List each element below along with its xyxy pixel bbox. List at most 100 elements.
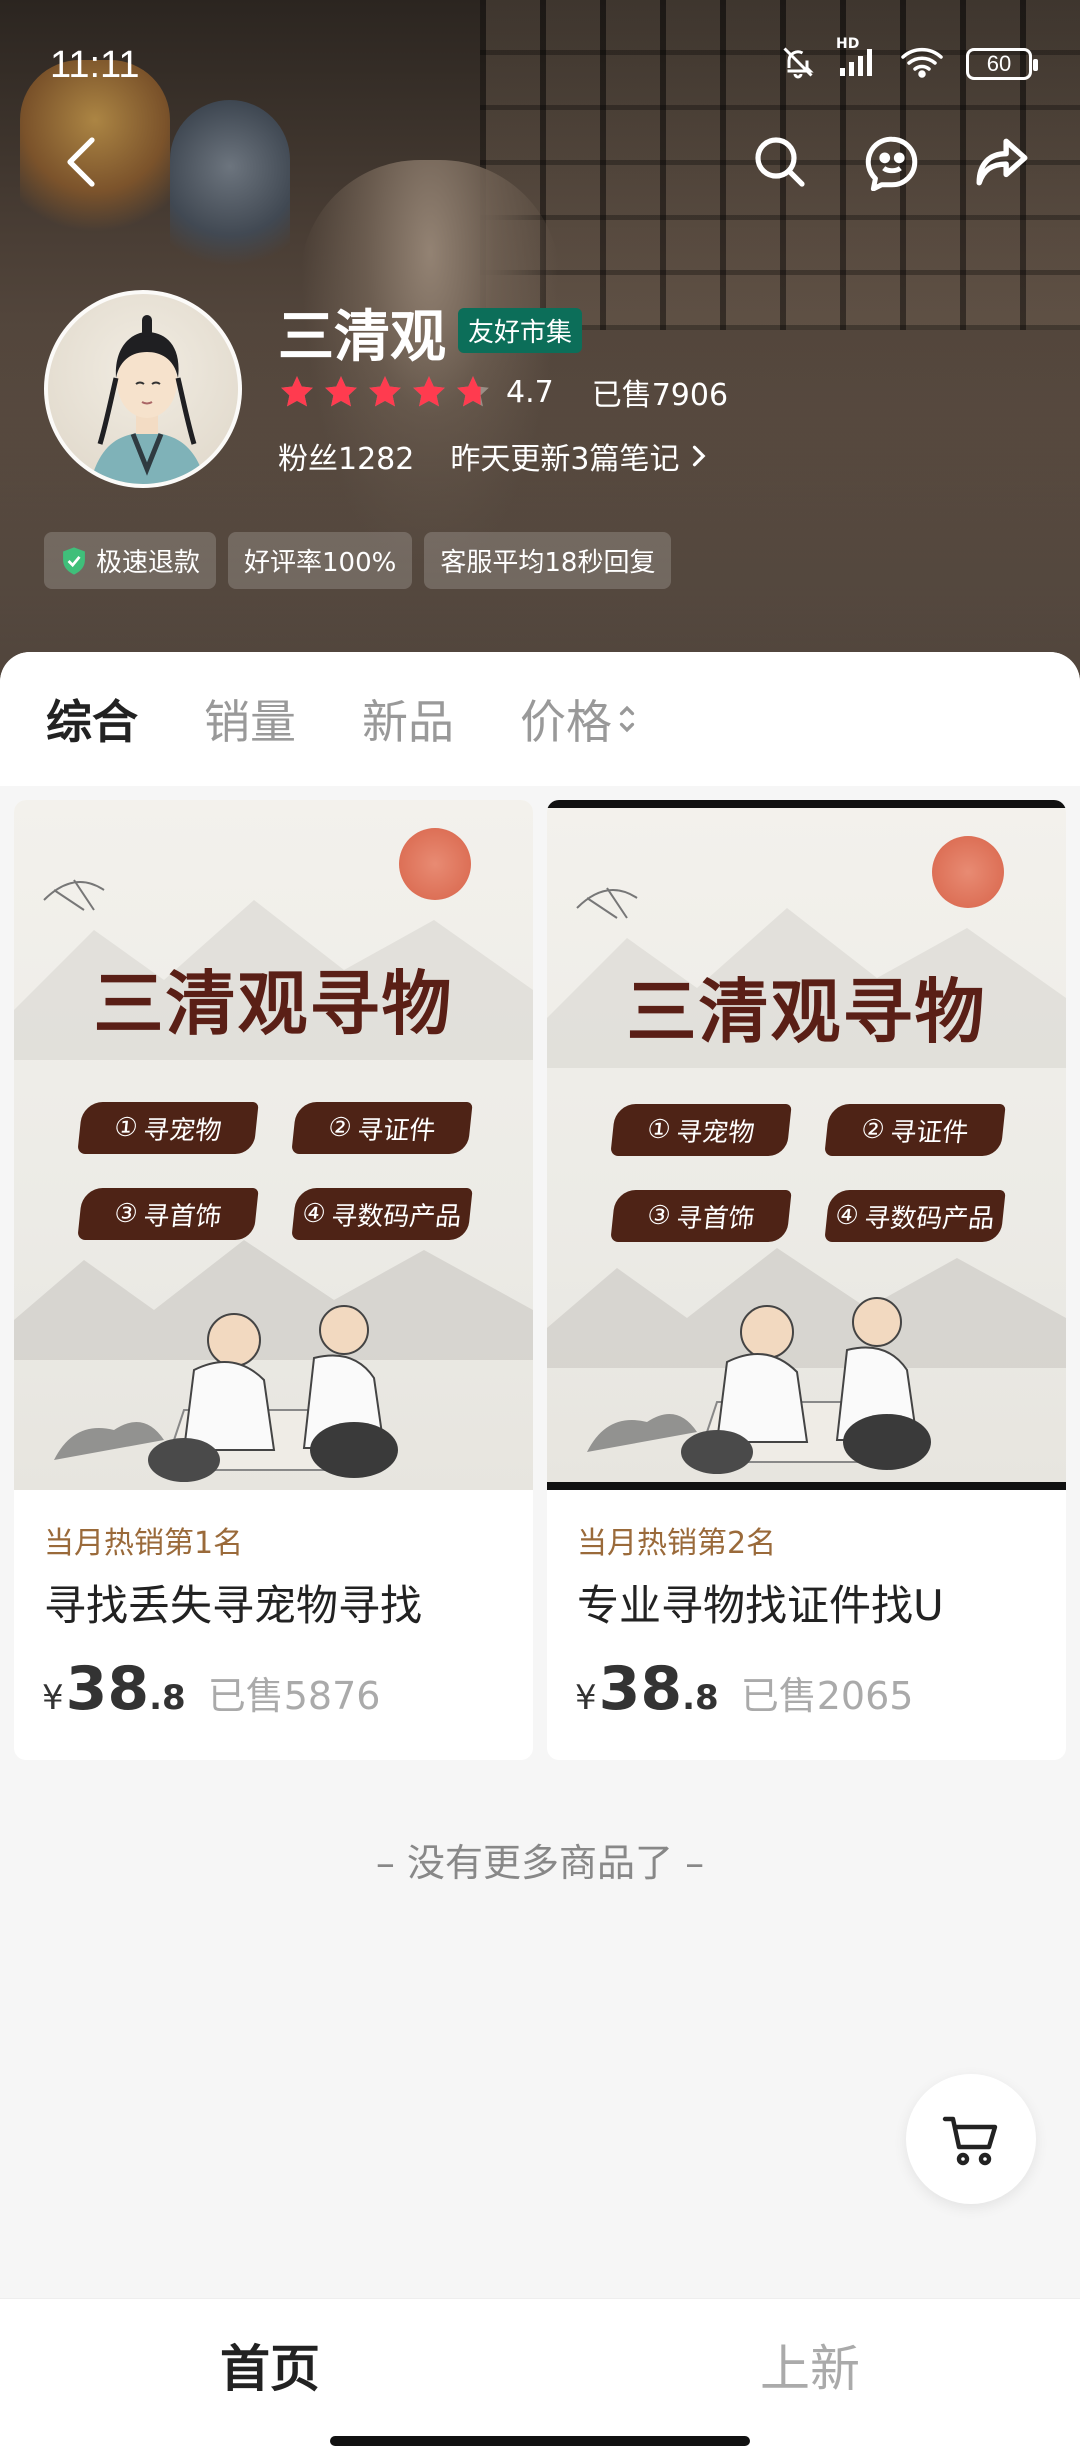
star-icon [325, 376, 357, 407]
poster-item: ④ 寻数码产品 [824, 1190, 1006, 1242]
item-label: 寻数码产品 [862, 1203, 996, 1234]
tag-service-reply: 客服平均18秒回复 [424, 532, 672, 589]
tag-label: 极速退款 [96, 548, 201, 578]
poster-item: ① 寻宠物 [610, 1104, 792, 1156]
star-icon [413, 376, 445, 407]
cart-icon [942, 2116, 998, 2166]
status-time: 11:11 [50, 44, 140, 86]
home-indicator [330, 2436, 750, 2446]
wifi-icon [900, 46, 944, 82]
poster-item: ① 寻宠物 [77, 1102, 259, 1154]
poster-item: ② 寻证件 [824, 1104, 1006, 1156]
tab-comprehensive[interactable]: 综合 [46, 686, 138, 752]
product-sold: 已售2065 [740, 1674, 914, 1718]
back-button[interactable] [50, 130, 114, 194]
star-icon [281, 376, 313, 407]
price-row: ¥ 38 .8 已售2065 [575, 1654, 913, 1724]
tab-sales[interactable]: 销量 [204, 686, 296, 752]
item-label: 寻宠物 [141, 1115, 223, 1146]
sort-tabs: 综合 销量 新品 价格 [0, 652, 1080, 786]
product-grid: 三清观寻物 ① 寻宠物 ② 寻证件 ③ 寻首饰 ④ 寻数码产品 当月热销第1名 寻找丢失… [14, 800, 1066, 1760]
tag-label: 客服平均18秒回复 [440, 548, 656, 578]
item-label: 寻数码产品 [329, 1201, 463, 1232]
item-label: 寻宠物 [674, 1117, 756, 1148]
product-title: 寻找丢失寻宠物寻找 [44, 1581, 423, 1630]
shop-tags: 极速退款 好评率100% 客服平均18秒回复 [44, 532, 672, 589]
message-button[interactable] [860, 130, 924, 194]
status-bar: 11:11 HD 60 [0, 0, 1080, 130]
star-icon [457, 376, 489, 407]
product-card[interactable]: 三清观寻物 ① 寻宠物 ② 寻证件 ③ 寻首饰 ④ 寻数码产品 当月热销第2名 专业寻物… [547, 800, 1066, 1760]
item-num: ③ [112, 1199, 140, 1229]
tab-new[interactable]: 新品 [362, 686, 454, 752]
star-icon [369, 376, 401, 407]
price-decimal: .8 [682, 1678, 719, 1718]
poster-sun [932, 836, 1004, 908]
poster-monks-illustration [54, 1305, 398, 1482]
tab-price-label: 价格 [520, 695, 612, 749]
no-more-products: – 没有更多商品了 – [375, 1841, 705, 1885]
shop-badge: 友好市集 [458, 308, 583, 353]
item-num: ④ [833, 1201, 861, 1231]
currency-symbol: ¥ [575, 1678, 597, 1718]
product-title: 专业寻物找证件找U [577, 1581, 944, 1630]
product-sold: 已售5876 [207, 1674, 381, 1718]
poster-title: 三清观寻物 [93, 962, 454, 1045]
fans-row: 粉丝1282 昨天更新3篇笔记 [278, 434, 709, 478]
sort-updown-icon [619, 705, 635, 733]
poster-item: ③ 寻首饰 [77, 1188, 259, 1240]
item-num: ② [326, 1113, 354, 1143]
avatar-portrait [89, 315, 207, 484]
status-icons: HD 60 [780, 36, 1038, 84]
mute-bell-icon [780, 44, 816, 84]
item-label: 寻首饰 [674, 1203, 756, 1234]
product-image: 三清观寻物 ① 寻宠物 ② 寻证件 ③ 寻首饰 ④ 寻数码产品 [14, 800, 533, 1490]
rating-stars [278, 373, 492, 411]
notes-update-link[interactable]: 昨天更新3篇笔记 [450, 434, 709, 478]
price-integer: 38 [65, 1654, 150, 1724]
product-sheet: 综合 销量 新品 价格 三清观寻物 ① 寻宠物 ② 寻证件 ③ 寻首饰 ④ 寻数… [0, 652, 1080, 2460]
poster-item: ④ 寻数码产品 [291, 1188, 473, 1240]
notes-update-text: 昨天更新3篇笔记 [450, 442, 680, 477]
tag-good-rate: 好评率100% [228, 532, 413, 589]
share-icon [976, 138, 1028, 186]
item-num: ① [112, 1113, 140, 1143]
fans-count: 粉丝1282 [278, 442, 415, 477]
item-num: ③ [645, 1201, 673, 1231]
shop-avatar[interactable] [44, 290, 242, 488]
item-num: ② [859, 1115, 887, 1145]
shop-header: 11:11 HD 60 三清观 友好市集 4.7 已售7906 粉丝1282 昨… [0, 0, 1080, 680]
shop-name: 三清观 [278, 305, 446, 370]
battery-icon: 60 [966, 48, 1038, 80]
poster-title: 三清观寻物 [626, 970, 987, 1053]
item-num: ④ [300, 1199, 328, 1229]
product-card[interactable]: 三清观寻物 ① 寻宠物 ② 寻证件 ③ 寻首饰 ④ 寻数码产品 当月热销第1名 寻找丢失… [14, 800, 533, 1760]
rating-row: 4.7 已售7906 [278, 370, 728, 414]
tag-label: 好评率100% [244, 548, 397, 578]
shield-check-icon [63, 546, 85, 575]
currency-symbol: ¥ [42, 1678, 64, 1718]
chevron-right-icon [693, 445, 706, 467]
shop-sold: 已售7906 [591, 378, 729, 413]
item-label: 寻首饰 [141, 1201, 223, 1232]
chevron-left-icon [67, 137, 95, 187]
search-icon [755, 137, 805, 187]
signal-icon: HD [836, 36, 878, 82]
cart-button[interactable] [906, 2074, 1036, 2204]
hd-label: HD [836, 36, 860, 52]
product-rank: 当月热销第2名 [577, 1526, 777, 1561]
product-rank: 当月热销第1名 [44, 1526, 244, 1561]
item-label: 寻证件 [355, 1115, 437, 1146]
search-button[interactable] [748, 130, 812, 194]
item-label: 寻证件 [888, 1117, 970, 1148]
poster-item: ② 寻证件 [291, 1102, 473, 1154]
battery-level: 60 [986, 51, 1012, 76]
rating-value: 4.7 [506, 374, 554, 410]
poster-item: ③ 寻首饰 [610, 1190, 792, 1242]
item-num: ① [645, 1115, 673, 1145]
share-button[interactable] [970, 130, 1034, 194]
poster-monks-illustration [587, 1297, 931, 1474]
product-image: 三清观寻物 ① 寻宠物 ② 寻证件 ③ 寻首饰 ④ 寻数码产品 [547, 800, 1066, 1490]
tab-price[interactable]: 价格 [520, 686, 638, 752]
price-integer: 38 [598, 1654, 683, 1724]
